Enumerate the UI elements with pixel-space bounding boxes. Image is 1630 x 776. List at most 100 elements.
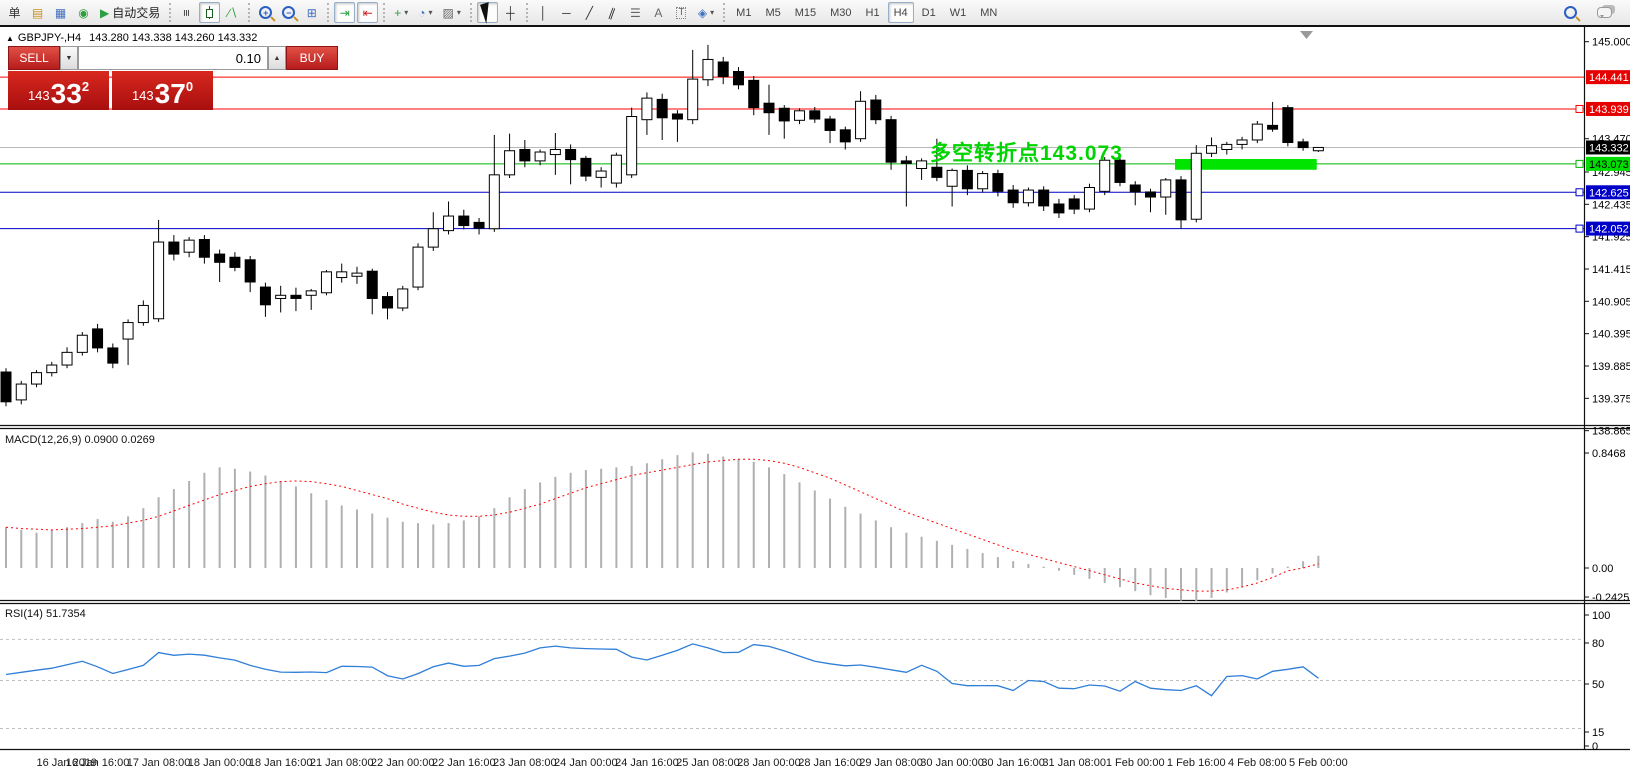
channel-button[interactable]: ∥ <box>602 2 623 23</box>
candle-body <box>1191 153 1201 219</box>
timeframe-m1-button[interactable]: M1 <box>730 2 757 23</box>
rsi-line <box>6 644 1318 696</box>
trendline-button[interactable]: ╱ <box>579 2 600 23</box>
bar-chart-button[interactable]: ≡ <box>176 2 197 23</box>
candle-body <box>581 158 591 176</box>
timeframe-m5-button[interactable]: M5 <box>759 2 786 23</box>
chart-window[interactable]: 145.000143.470142.945142.435141.925141.4… <box>0 25 1630 774</box>
buy-price-prefix: 143 <box>132 88 154 103</box>
candle-body <box>489 175 499 229</box>
text-button[interactable]: A <box>648 2 669 23</box>
candle-body <box>718 62 728 77</box>
price-tick-label: 142.435 <box>1592 199 1630 211</box>
date-axis-label: 21 Jan 08:00 <box>310 757 374 769</box>
candle-body <box>276 295 286 298</box>
menu-order-text[interactable]: 单 <box>4 2 25 23</box>
autotrading-button[interactable]: ▶自动交易 <box>96 2 164 23</box>
zoom-out-button[interactable]: − <box>278 2 299 23</box>
buy-price-tile[interactable]: 143 37 0 <box>112 71 213 110</box>
price-tick-label: 139.375 <box>1592 393 1630 405</box>
buy-button[interactable]: BUY <box>286 46 338 70</box>
chevron-down-icon[interactable]: ▾ <box>429 8 433 17</box>
arrows-button[interactable]: ◈▾ <box>694 2 718 23</box>
macd-tick-label: -0.2425 <box>1592 592 1629 604</box>
price-tick-label: 141.415 <box>1592 264 1630 276</box>
candle-body <box>611 155 621 183</box>
auto-scroll-button[interactable]: ⇤ <box>357 2 378 23</box>
sell-button[interactable]: SELL <box>8 46 60 70</box>
price-level-label-text: 143.332 <box>1589 142 1629 154</box>
candle-body <box>535 152 545 161</box>
timeframe-m30-button[interactable]: M30 <box>824 2 857 23</box>
candle-body <box>993 174 1003 192</box>
symbol-period-label: GBPJPY-,H4 <box>18 32 81 44</box>
toolbar-separator <box>169 3 171 22</box>
chart-shift-button[interactable]: ⇥ <box>334 2 355 23</box>
toolbar-separator <box>526 3 528 22</box>
candle-body <box>688 79 698 120</box>
new-chart-button[interactable]: +▾ <box>390 2 412 23</box>
timeframe-h4-button[interactable]: H4 <box>888 2 914 23</box>
candle-body <box>1084 188 1094 210</box>
chart-canvas[interactable]: 145.000143.470142.945142.435141.925141.4… <box>0 27 1630 776</box>
candle-body <box>321 272 331 293</box>
zoom-in-button[interactable]: + <box>255 2 276 23</box>
chevron-down-icon[interactable]: ▾ <box>457 8 461 17</box>
sell-price-tile[interactable]: 143 33 2 <box>8 71 109 110</box>
candle-body <box>779 108 789 121</box>
volume-increase-button[interactable]: ▲ <box>268 46 286 70</box>
collapse-indicator-icon[interactable]: ▲ <box>6 34 14 43</box>
candle-body <box>245 260 255 282</box>
rsi-tick-label: 100 <box>1592 610 1610 622</box>
vertical-line-button[interactable]: │ <box>533 2 554 23</box>
chevron-down-icon[interactable]: ▾ <box>404 8 408 17</box>
crosshair-button[interactable]: ┼ <box>500 2 521 23</box>
candle-body <box>978 174 988 189</box>
candle-body <box>1023 190 1033 203</box>
candle-body <box>62 352 72 365</box>
chevron-down-icon[interactable]: ▾ <box>710 8 714 17</box>
period-button[interactable]: ◔▾ <box>414 2 436 23</box>
toolbar-separator <box>723 3 725 22</box>
rsi-tick-label: 80 <box>1592 638 1604 650</box>
chart-window-button[interactable]: ▦ <box>50 2 71 23</box>
candle-body <box>1146 192 1156 197</box>
volume-decrease-button[interactable]: ▼ <box>60 46 78 70</box>
candle-body <box>260 287 270 305</box>
timeframe-m15-button[interactable]: M15 <box>789 2 822 23</box>
channel-icon: ∥ <box>608 6 618 19</box>
timeframe-d1-button[interactable]: D1 <box>916 2 942 23</box>
candle-body <box>871 100 881 120</box>
autotrading-label: 自动交易 <box>112 4 160 21</box>
scroll-icon: ⇤ <box>363 7 373 19</box>
rsi-tick-label: 0 <box>1592 741 1598 753</box>
tile-windows-button[interactable]: ⊞ <box>301 2 322 23</box>
cursor-button[interactable] <box>477 2 498 23</box>
candle-body <box>657 99 667 117</box>
fibonacci-button[interactable]: ☰ <box>625 2 646 23</box>
line-chart-button[interactable]: ∕∖ <box>222 2 243 23</box>
volume-input[interactable] <box>78 46 268 70</box>
candle-body <box>947 170 957 186</box>
candle-body <box>642 98 652 120</box>
search-button[interactable] <box>1560 2 1581 23</box>
chat-button[interactable] <box>1593 2 1616 23</box>
candlestick-chart-button[interactable] <box>199 2 220 23</box>
market-signal-button[interactable]: ◉ <box>73 2 94 23</box>
candle-body <box>749 80 759 107</box>
template-button[interactable]: ▨▾ <box>439 2 465 23</box>
timeframe-mn-button[interactable]: MN <box>974 2 1003 23</box>
candle-body <box>184 240 194 252</box>
new-order-button[interactable]: ▤ <box>27 2 48 23</box>
candle-body <box>398 289 408 308</box>
macd-tick-label: 0.00 <box>1592 563 1613 575</box>
text-label-button[interactable]: T <box>671 2 692 23</box>
candle-body <box>199 240 209 258</box>
level-anchor-marker <box>1576 160 1583 167</box>
candle-body <box>840 130 850 142</box>
timeframe-w1-button[interactable]: W1 <box>944 2 973 23</box>
timeframe-h1-button[interactable]: H1 <box>860 2 886 23</box>
fibo-icon: ☰ <box>630 7 641 19</box>
horizontal-line-button[interactable]: ─ <box>556 2 577 23</box>
date-axis-label: 24 Jan 00:00 <box>554 757 618 769</box>
